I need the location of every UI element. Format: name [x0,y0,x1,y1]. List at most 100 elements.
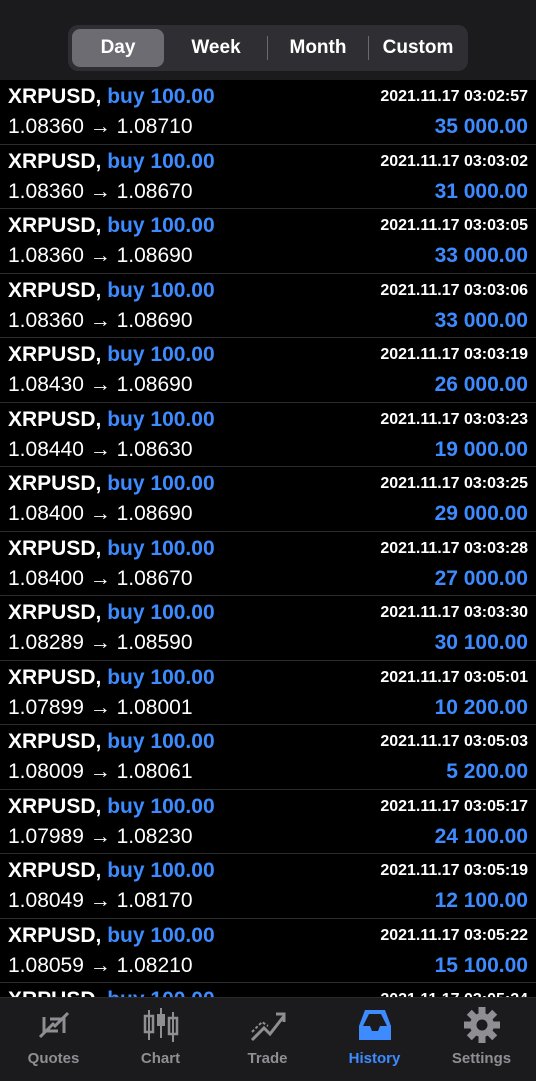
deal-prices: 1.08009 → 1.08061 [8,760,193,784]
deal-row[interactable]: XRPUSD, buy 100.00 2021.11.17 03:03:06 1.0… [0,274,536,338]
deal-volume: 100.00 [150,407,215,431]
deal-volume: 100.00 [150,85,215,108]
deal-row[interactable]: XRPUSD, buy 100.00 2021.11.17 03:02:57 1.0… [0,80,536,145]
deal-history-list[interactable]: XRPUSD, buy 100.00 2021.11.17 03:02:57 1.0… [0,80,536,997]
deal-row[interactable]: XRPUSD, buy 100.00 2021.11.17 03:05:17 1.0… [0,790,536,854]
tab-quotes[interactable]: Quotes [0,998,107,1081]
deal-prices: 1.08289 → 1.08590 [8,631,193,655]
price-arrow: → [89,179,111,203]
price-arrow: → [89,244,111,267]
deal-symbol: XRPUSD, [8,472,102,495]
deal-row[interactable]: XRPUSD, buy 100.00 2021.11.17 03:05:22 1.0… [0,919,536,983]
price-arrow: → [89,760,111,783]
deal-title: XRPUSD, buy 100.00 [8,924,215,948]
deal-row[interactable]: XRPUSD, buy 100.00 2021.11.17 03:05:01 1.0… [0,661,536,725]
deal-time: 2021.11.17 03:03:23 [380,410,528,428]
tab-chart[interactable]: Chart [107,998,214,1081]
open-price: 1.08400 [8,502,84,525]
deal-symbol: XRPUSD, [8,536,102,560]
tab-label: Chart [140,1050,181,1067]
open-price: 1.08430 [8,373,84,396]
deal-side: buy [107,407,145,431]
deal-side: buy [107,923,145,947]
deal-profit: 31 000.00 [434,179,528,203]
quotes-icon [38,1011,70,1039]
deal-row[interactable]: XRPUSD, buy 100.00 2021.11.17 03:03:19 1.0… [0,338,536,403]
deal-symbol: XRPUSD, [8,214,102,237]
deal-prices: 1.08360 → 1.08690 [8,309,193,333]
deal-prices: 1.08360 → 1.08690 [8,244,193,268]
close-price: 1.08670 [116,566,193,590]
tab-label: Trade [247,1050,288,1067]
price-arrow: → [89,373,111,396]
deal-time: 2021.11.17 03:03:06 [380,281,528,299]
tab-history[interactable]: History [321,998,428,1081]
deal-row[interactable]: XRPUSD, buy 100.00 2021.11.17 03:03:05 1.0… [0,209,536,274]
period-day-button[interactable]: Day [72,29,164,67]
deal-volume: 100.00 [150,859,215,882]
period-week-button[interactable]: Week [168,29,264,67]
tab-trade[interactable]: Trade [214,998,321,1081]
deal-row[interactable]: XRPUSD, buy 100.00 2021.11.17 03:03:30 1.0… [0,596,536,661]
deal-prices: 1.07899 → 1.08001 [8,696,193,720]
price-arrow: → [89,631,111,654]
deal-symbol: XRPUSD, [8,343,102,366]
deal-prices: 1.08360 → 1.08710 [8,115,193,139]
deal-title: XRPUSD, buy 100.00 [8,537,215,561]
deal-time: 2021.11.17 03:03:02 [380,152,528,170]
close-price: 1.08670 [116,179,193,203]
deal-title: XRPUSD, buy 100.00 [8,666,215,690]
close-price: 1.08690 [116,244,193,267]
deal-title: XRPUSD, buy 100.00 [8,988,215,997]
deal-symbol: XRPUSD, [8,665,102,689]
deal-symbol: XRPUSD, [8,85,102,108]
deal-volume: 100.00 [150,601,215,624]
deal-profit: 12 100.00 [434,889,528,912]
deal-row[interactable]: XRPUSD, buy 100.00 2021.11.17 03:03:25 1.0… [0,467,536,532]
close-price: 1.08230 [116,824,193,848]
deal-row[interactable]: XRPUSD, buy 100.00 2021.11.17 03:03:02 1.0… [0,145,536,209]
deal-row[interactable]: XRPUSD, buy 100.00 2021.11.17 03:03:28 1.0… [0,532,536,596]
open-price: 1.08360 [8,179,84,203]
deal-profit: 29 000.00 [434,502,528,525]
deal-title: XRPUSD, buy 100.00 [8,279,215,303]
deal-time: 2021.11.17 03:03:30 [380,604,528,621]
deal-row[interactable]: XRPUSD, buy 100.00 2021.11.17 03:05:19 1.0… [0,854,536,919]
tab-label: Settings [451,1050,512,1067]
period-header: Day Week Month Custom [0,0,536,80]
deal-profit: 10 200.00 [434,695,528,719]
close-price: 1.08690 [116,308,193,332]
deal-row[interactable]: XRPUSD, buy 100.00 2021.11.17 03:03:23 1.0… [0,403,536,467]
close-price: 1.08710 [116,115,193,138]
tab-label: History [348,1050,401,1067]
deal-symbol: XRPUSD, [8,923,102,947]
period-month-button[interactable]: Month [270,29,366,67]
tab-settings[interactable]: Settings [428,998,535,1081]
deal-prices: 1.07989 → 1.08230 [8,825,193,849]
deal-side: buy [107,988,144,997]
deal-profit: 33 000.00 [434,244,528,267]
deal-title: XRPUSD, buy 100.00 [8,343,215,367]
deal-side: buy [107,278,145,302]
period-custom-button[interactable]: Custom [370,29,466,67]
deal-symbol: XRPUSD, [8,407,102,431]
deal-title: XRPUSD, buy 100.00 [8,85,215,109]
deal-profit: 24 100.00 [434,824,528,848]
price-arrow: → [89,502,111,525]
deal-row[interactable]: XRPUSD, buy 100.00 2021.11.17 03:05:03 1.0… [0,725,536,790]
open-price: 1.08009 [8,760,84,783]
close-price: 1.08590 [116,631,193,654]
deal-volume: 100.00 [150,278,215,302]
deal-row[interactable]: XRPUSD, buy 100.002021.11.17 03:05:24 [0,983,536,997]
close-price: 1.08690 [116,373,193,396]
deal-profit: 15 100.00 [434,953,528,977]
price-arrow: → [89,953,111,977]
deal-side: buy [107,665,145,689]
history-icon [359,1010,391,1040]
deal-volume: 100.00 [150,536,215,560]
open-price: 1.08360 [8,244,84,267]
deal-volume: 100.00 [150,214,215,237]
price-arrow: → [89,437,111,461]
deal-profit: 30 100.00 [434,631,528,654]
deal-side: buy [107,149,145,173]
